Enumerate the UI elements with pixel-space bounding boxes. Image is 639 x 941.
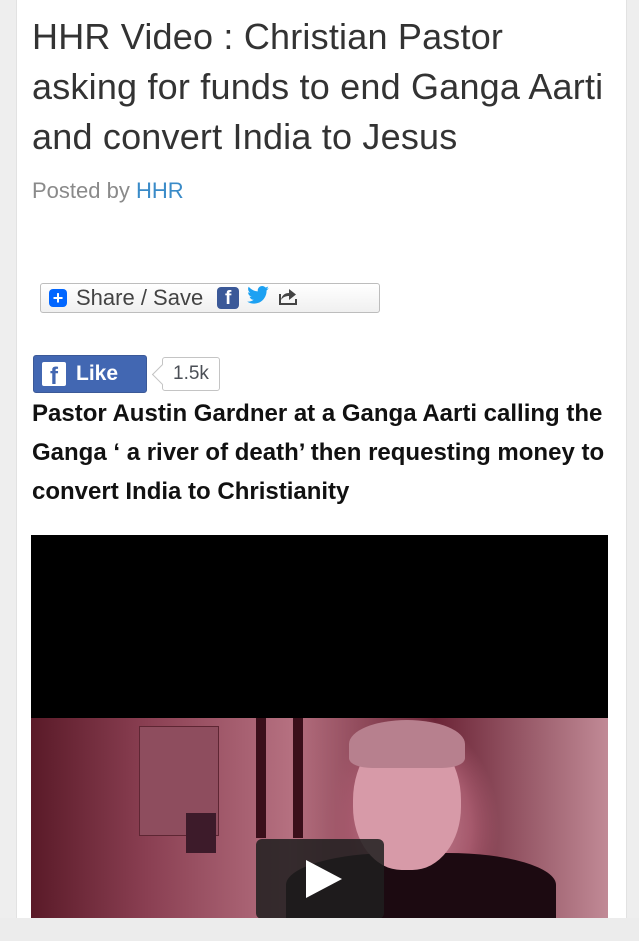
page-left-gutter <box>0 0 17 941</box>
like-count-bubble: 1.5k <box>162 357 220 391</box>
video-player[interactable] <box>31 535 608 918</box>
structure-pole <box>293 718 303 838</box>
byline-prefix: Posted by <box>32 178 136 203</box>
plus-icon: + <box>49 289 67 307</box>
poster-graphic-small <box>186 813 216 853</box>
article-lead: Pastor Austin Gardner at a Ganga Aarti c… <box>32 400 605 505</box>
structure-pole <box>256 718 266 838</box>
play-button[interactable] <box>256 839 384 918</box>
like-label: Like <box>76 362 119 385</box>
share-save-label: Share / Save <box>76 285 204 310</box>
facebook-icon[interactable]: f <box>217 287 240 309</box>
byline: Posted by HHR <box>32 178 184 204</box>
play-icon <box>306 860 342 898</box>
page-bottom-gutter <box>0 918 639 941</box>
author-link[interactable]: HHR <box>136 178 184 203</box>
article-container: HHR Video : Christian Pastor asking for … <box>17 0 626 918</box>
facebook-like-button[interactable]: f Like <box>33 355 147 393</box>
forward-icon[interactable] <box>277 286 301 311</box>
facebook-icon: f <box>42 362 66 386</box>
share-save-button[interactable]: + Share / Save f <box>40 283 380 313</box>
page-right-gutter <box>626 0 639 941</box>
article-title: HHR Video : Christian Pastor asking for … <box>32 16 604 157</box>
person-hair <box>349 720 465 768</box>
twitter-icon[interactable] <box>247 286 269 310</box>
